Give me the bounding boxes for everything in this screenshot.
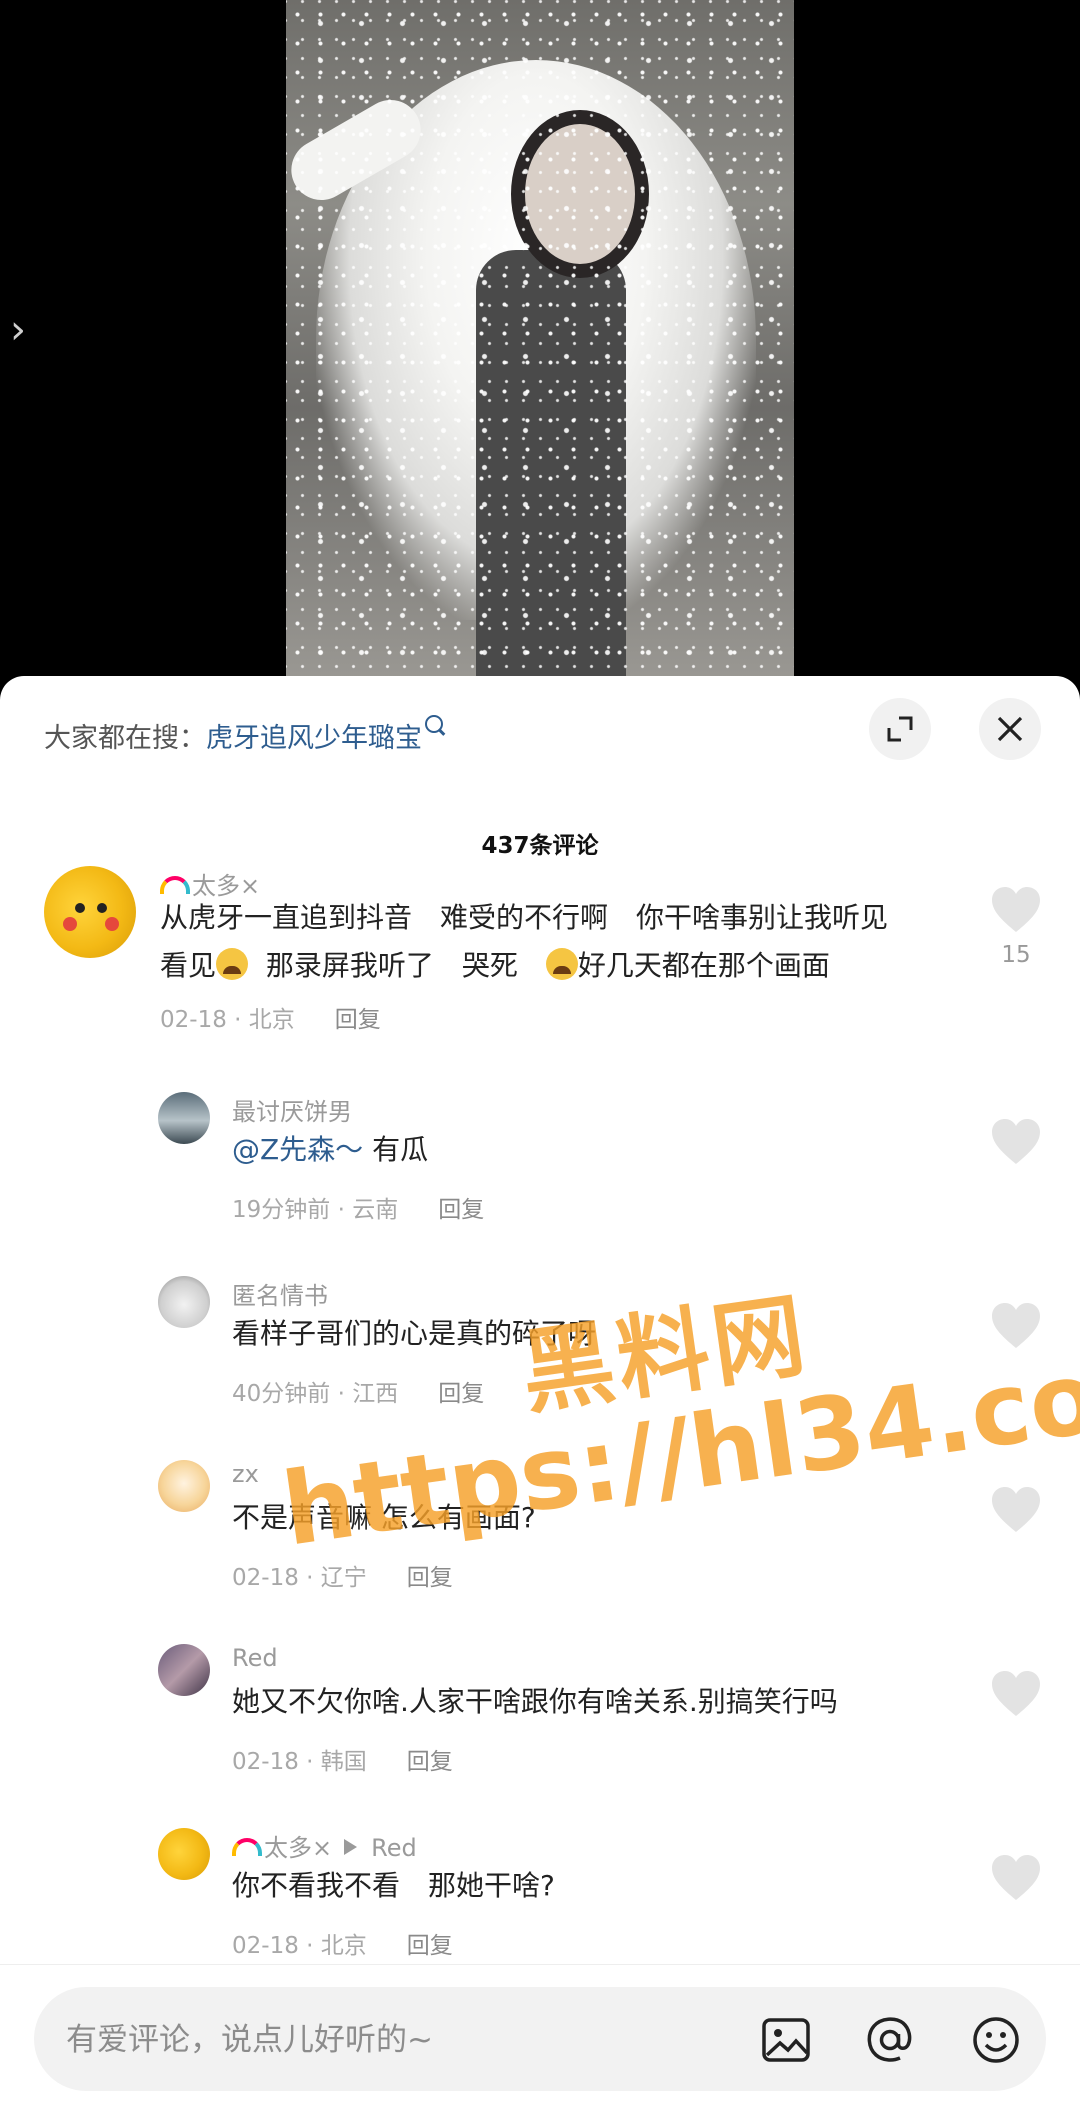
mention-link[interactable]: @Z先森～ — [232, 1133, 363, 1166]
avatar[interactable] — [158, 1644, 210, 1696]
comment-author[interactable]: 匿名情书 — [232, 1276, 328, 1311]
reply-button[interactable]: 回复 — [335, 1007, 381, 1033]
comment-input[interactable] — [64, 1987, 748, 2093]
close-button[interactable] — [979, 698, 1041, 760]
video-frame — [286, 0, 794, 680]
like-count: 15 — [1001, 942, 1031, 968]
reply-arrow-icon — [344, 1839, 358, 1855]
avatar[interactable] — [158, 1276, 210, 1328]
heart-icon[interactable] — [990, 1302, 1042, 1350]
comment-text: 从虎牙一直追到抖音 难受的不行啊 你干啥事别让我听见 看见 那录屏我听了 哭死 … — [160, 901, 889, 982]
comment-author[interactable]: zx — [232, 1460, 259, 1488]
search-icon — [425, 715, 443, 733]
comment-meta: 40分钟前 · 江西 回复 — [232, 1381, 485, 1407]
at-icon — [867, 2017, 912, 2062]
crying-emoji-icon — [216, 948, 249, 980]
reply-button[interactable]: 回复 — [438, 1381, 484, 1407]
comment-meta: 02-18 · 北京 回复 — [232, 1933, 453, 1959]
reply-button[interactable]: 回复 — [407, 1565, 453, 1591]
reply-button[interactable]: 回复 — [407, 1933, 453, 1959]
close-icon — [997, 716, 1023, 742]
video-player[interactable]: › — [0, 0, 1080, 680]
comment-author[interactable]: 最讨厌饼男 — [232, 1092, 352, 1127]
comment-text: @Z先森～ 有瓜 — [232, 1133, 429, 1166]
expand-button[interactable] — [869, 698, 931, 760]
comment-meta: 02-18 · 韩国 回复 — [232, 1749, 453, 1775]
comment-text: 她又不欠你啥.人家干啥跟你有啥关系.别搞笑行吗 — [232, 1685, 838, 1718]
comment-author[interactable]: Red — [232, 1644, 278, 1672]
heart-icon[interactable] — [990, 1854, 1042, 1902]
chevron-right-icon[interactable]: › — [10, 310, 26, 350]
rainbow-icon — [232, 1838, 262, 1856]
heart-icon[interactable] — [990, 886, 1042, 934]
expand-icon — [887, 716, 913, 742]
search-keyword-link[interactable]: 虎牙追风少年璐宝 — [206, 723, 422, 754]
rainbow-icon — [160, 876, 190, 894]
heart-icon[interactable] — [990, 1118, 1042, 1166]
reply-button[interactable]: 回复 — [438, 1197, 484, 1223]
crying-emoji-icon — [545, 948, 578, 980]
avatar[interactable] — [158, 1460, 210, 1512]
comment-meta: 19分钟前 · 云南 回复 — [232, 1197, 485, 1223]
comment-author[interactable]: 太多× Red — [232, 1828, 417, 1863]
avatar[interactable] — [158, 1828, 210, 1880]
mention-button[interactable] — [864, 2014, 916, 2066]
heart-icon[interactable] — [990, 1486, 1042, 1534]
avatar[interactable] — [44, 866, 136, 958]
avatar[interactable] — [158, 1092, 210, 1144]
image-button[interactable] — [760, 2014, 812, 2066]
search-suggestion[interactable]: 大家都在搜：虎牙追风少年璐宝 — [44, 715, 443, 755]
reply-button[interactable]: 回复 — [407, 1749, 453, 1775]
comment-meta: 02-18 · 北京 回复 — [160, 1007, 381, 1033]
smiley-icon — [973, 2017, 1019, 2063]
search-prefix: 大家都在搜： — [44, 723, 206, 754]
comment-input-bar — [0, 1964, 1080, 2115]
comment-meta: 02-18 · 辽宁 回复 — [232, 1565, 453, 1591]
emoji-button[interactable] — [970, 2014, 1022, 2066]
image-icon — [762, 2018, 810, 2062]
comment-input-container[interactable] — [34, 1987, 1046, 2093]
comment-text: 你不看我不看 那她干啥? — [232, 1869, 555, 1902]
comment-count: 437条评论 — [481, 833, 599, 859]
heart-icon[interactable] — [990, 1670, 1042, 1718]
